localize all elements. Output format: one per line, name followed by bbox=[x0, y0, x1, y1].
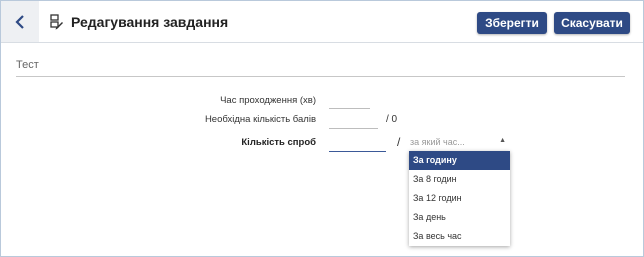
score-label: Необхідна кількість балів bbox=[204, 114, 316, 125]
save-button[interactable]: Зберегти bbox=[477, 12, 547, 34]
time-label: Час проходження (хв) bbox=[220, 95, 316, 106]
score-input[interactable] bbox=[329, 114, 378, 129]
dropdown-option[interactable]: За весь час bbox=[409, 227, 510, 246]
caret-up-icon: ▲ bbox=[499, 137, 506, 144]
dropdown-option[interactable]: За 12 годин bbox=[409, 189, 510, 208]
period-dropdown: За годину За 8 годин За 12 годин За день… bbox=[409, 151, 510, 246]
back-button[interactable] bbox=[1, 1, 39, 42]
task-name-input[interactable]: Тест bbox=[16, 59, 625, 77]
dropdown-option[interactable]: За 8 годин bbox=[409, 170, 510, 189]
header-bar: Редагування завдання Зберегти Скасувати bbox=[1, 1, 643, 43]
task-edit-icon bbox=[50, 14, 63, 30]
tries-separator: / bbox=[397, 135, 401, 149]
page-title: Редагування завдання bbox=[71, 14, 229, 30]
tries-label: Кількість спроб bbox=[241, 137, 316, 148]
dropdown-option[interactable]: За годину bbox=[409, 151, 510, 170]
cancel-button[interactable]: Скасувати bbox=[554, 12, 630, 34]
time-input[interactable] bbox=[329, 94, 370, 109]
tries-input[interactable] bbox=[329, 137, 386, 152]
dropdown-option[interactable]: За день bbox=[409, 208, 510, 227]
period-select[interactable]: за який час... ▲ bbox=[409, 135, 508, 149]
period-placeholder: за який час... bbox=[410, 137, 465, 147]
score-max-text: / 0 bbox=[386, 114, 398, 125]
chevron-left-icon bbox=[15, 14, 24, 29]
edit-task-window: Редагування завдання Зберегти Скасувати … bbox=[0, 0, 644, 257]
